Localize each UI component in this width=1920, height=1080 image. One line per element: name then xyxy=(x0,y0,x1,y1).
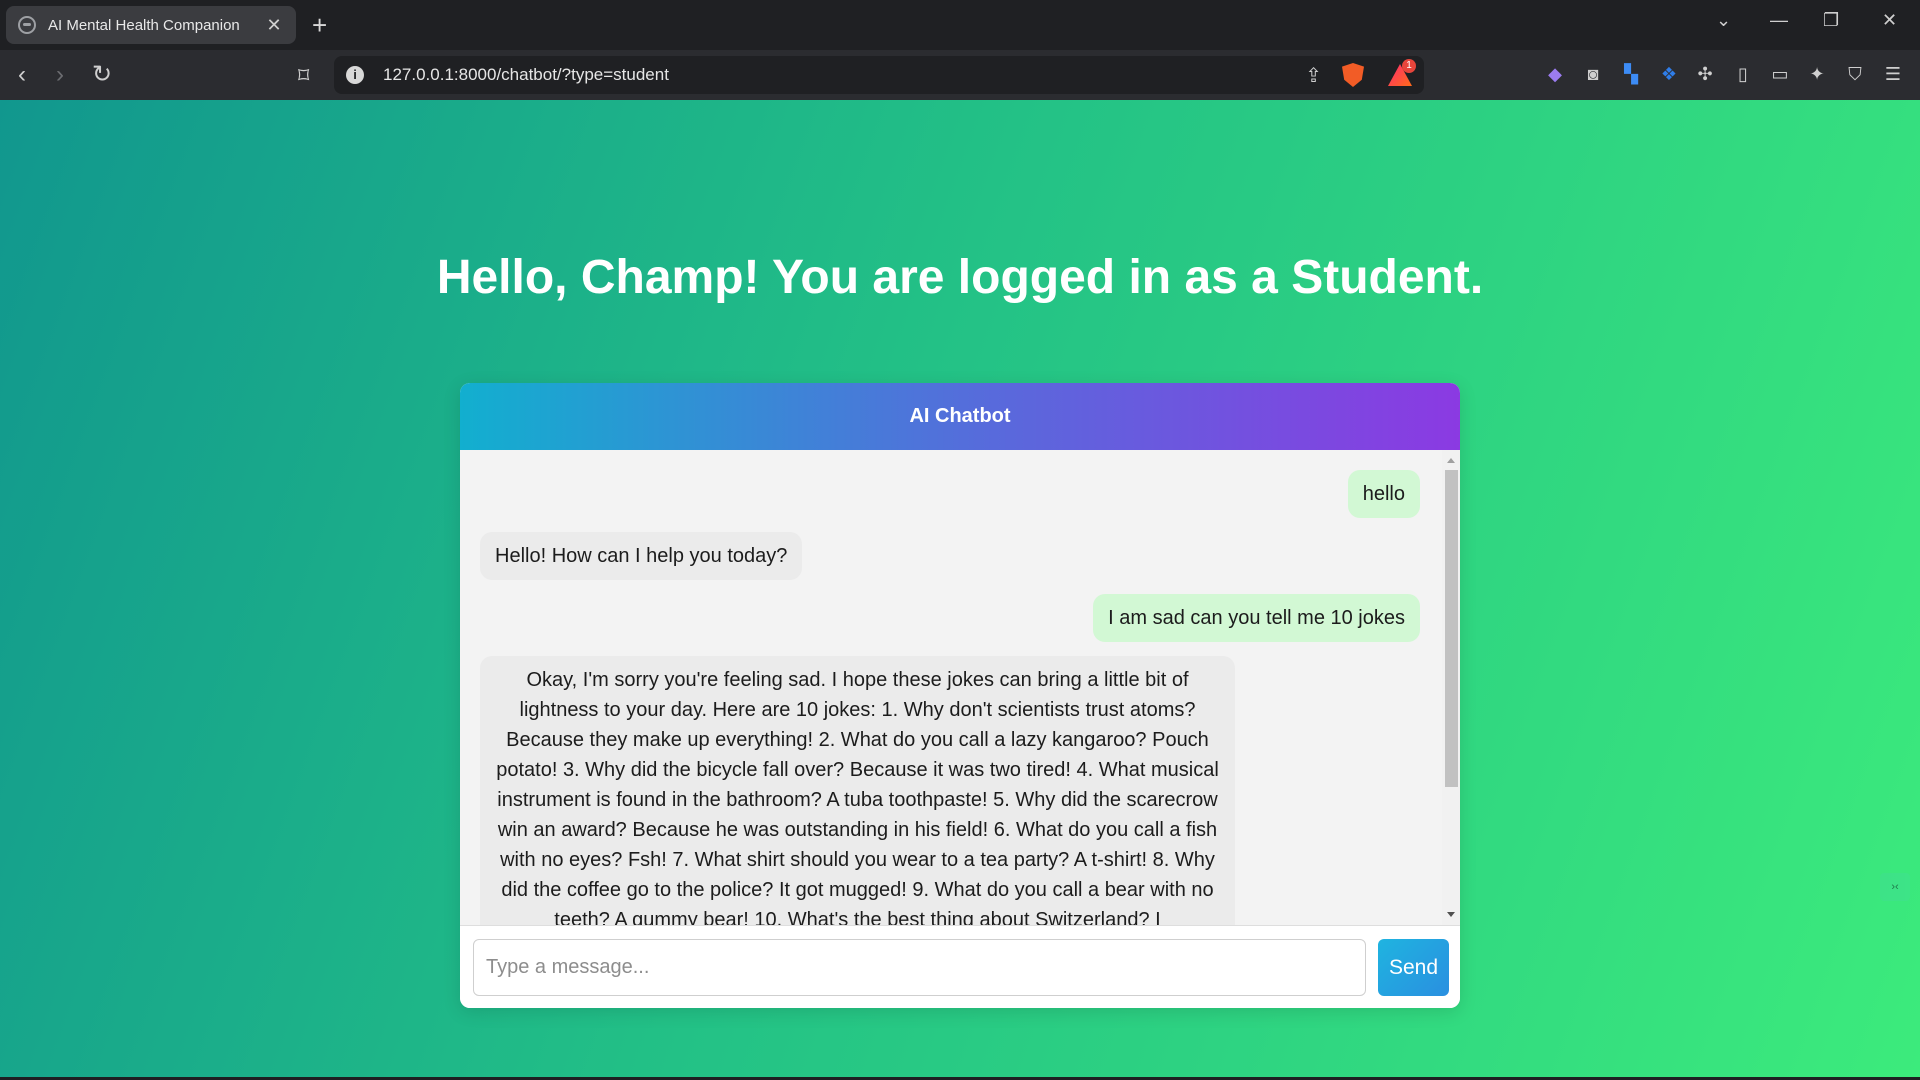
user-message: hello xyxy=(1347,470,1420,518)
plus-icon[interactable]: + xyxy=(312,10,327,40)
leo-icon[interactable]: ✦ xyxy=(1806,63,1828,85)
info-icon[interactable]: i xyxy=(346,66,364,84)
wallet-icon[interactable]: ▭ xyxy=(1769,63,1791,85)
message-input[interactable] xyxy=(473,939,1366,996)
chat-window: AI Chatbot hello Hello! How can I help y… xyxy=(460,383,1460,1008)
brave-shield-icon[interactable] xyxy=(1342,63,1364,87)
extension-arrow-icon[interactable]: ❖ xyxy=(1658,63,1680,85)
menu-icon[interactable]: ☰ xyxy=(1882,63,1904,85)
message-composer: Send xyxy=(460,925,1460,1008)
chevron-down-icon[interactable]: ⌄ xyxy=(1716,10,1731,31)
browser-tab[interactable]: AI Mental Health Companion ✕ xyxy=(6,6,296,44)
message-scrollbar[interactable] xyxy=(1442,450,1460,925)
vpn-icon[interactable]: ⛉ xyxy=(1844,63,1866,85)
restore-icon[interactable]: ❐ xyxy=(1823,10,1839,31)
scroll-up-icon[interactable] xyxy=(1447,458,1455,463)
tab-title: AI Mental Health Companion xyxy=(48,16,240,34)
scrollbar-thumb[interactable] xyxy=(1445,470,1458,787)
extension-diamond-icon[interactable]: ◆ xyxy=(1544,63,1566,85)
send-button[interactable]: Send xyxy=(1378,939,1449,996)
bot-message: Okay, I'm sorry you're feeling sad. I ho… xyxy=(480,656,1235,925)
reload-icon[interactable]: ↻ xyxy=(92,60,112,90)
notification-badge: 1 xyxy=(1402,59,1416,73)
page-title: Hello, Champ! You are logged in as a Stu… xyxy=(436,251,1484,304)
bookmark-icon[interactable]: ⌑ xyxy=(298,63,309,89)
url-text[interactable]: 127.0.0.1:8000/chatbot/?type=student xyxy=(383,65,669,85)
scroll-down-icon[interactable] xyxy=(1447,912,1455,917)
chat-header: AI Chatbot xyxy=(460,383,1460,450)
share-icon[interactable]: ⇪ xyxy=(1305,63,1322,88)
close-icon[interactable]: ✕ xyxy=(264,15,284,36)
forward-icon[interactable]: › xyxy=(56,60,64,90)
address-bar[interactable]: i 127.0.0.1:8000/chatbot/?type=student ⇪… xyxy=(334,56,1424,94)
floating-widget-icon[interactable]: ›‹ xyxy=(1880,873,1910,901)
window-close-icon[interactable]: ✕ xyxy=(1882,10,1897,31)
page-background: Hello, Champ! You are logged in as a Stu… xyxy=(0,100,1920,1077)
globe-icon xyxy=(18,16,36,34)
browser-tab-bar: AI Mental Health Companion ✕ + ⌄ — ❐ ✕ xyxy=(0,0,1920,50)
sidebar-icon[interactable]: ▯ xyxy=(1732,63,1754,85)
back-icon[interactable]: ‹ xyxy=(18,60,26,90)
puzzle-icon[interactable]: ✣ xyxy=(1694,63,1716,85)
camera-icon[interactable]: ◙ xyxy=(1582,63,1604,85)
extension-blue-icon[interactable]: ▚ xyxy=(1620,63,1642,85)
message-list[interactable]: hello Hello! How can I help you today? I… xyxy=(460,450,1460,925)
bot-message: Hello! How can I help you today? xyxy=(480,532,803,580)
minimize-icon[interactable]: — xyxy=(1770,10,1788,31)
user-message: I am sad can you tell me 10 jokes xyxy=(1093,594,1420,642)
